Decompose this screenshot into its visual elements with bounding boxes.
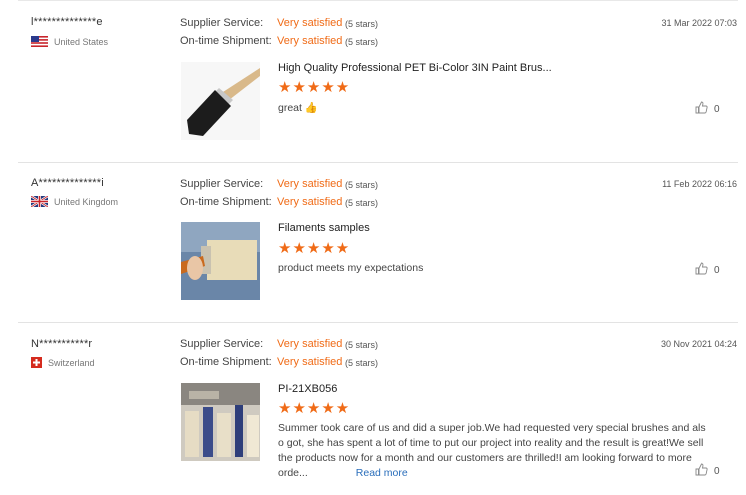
review-date: 11 Feb 2022 06:16 [662,179,737,189]
product-title[interactable]: High Quality Professional PET Bi-Color 3… [278,62,552,74]
buyer-name: N***********r [31,338,93,350]
supplier-service-value: Very satisfied [277,178,343,190]
comment-line: o got, she has spent a lot of time to pu… [278,437,704,449]
country-label: Switzerland [48,357,95,368]
product-thumbnail[interactable] [181,383,260,461]
rating-stars: ★★★★★ [278,240,351,257]
buyer-country: United States [31,36,108,47]
shipment-value: Very satisfied [277,35,343,47]
us-flag-icon [31,36,48,47]
supplier-service-stars: (5 stars) [345,340,379,350]
buyer-name: A**************i [31,177,104,189]
like-count: 0 [714,264,720,276]
rating-stars: ★★★★★ [278,400,351,417]
country-label: United Kingdom [54,196,119,207]
comment-line: orde... Read more [278,466,718,481]
review-divider [18,322,738,323]
like-button[interactable]: 0 [695,262,720,278]
product-title[interactable]: PI-21XB056 [278,383,337,395]
supplier-service-stars: (5 stars) [345,180,379,190]
like-button[interactable]: 0 [695,463,720,479]
buyer-country: United Kingdom [31,196,118,207]
shipment-value: Very satisfied [277,196,343,208]
supplier-service-stars: (5 stars) [345,19,379,29]
supplier-service-label: Supplier Service: [180,178,264,190]
thumbs-up-icon [695,262,708,278]
review-comment: Summer took care of us and did a super j… [278,421,718,481]
comment-line: the products now for a month and our cus… [278,452,692,464]
like-button[interactable]: 0 [695,101,720,117]
thumbs-up-icon [695,463,708,479]
shipment-stars: (5 stars) [345,358,379,368]
rating-stars: ★★★★★ [278,79,351,96]
buyer-name: l**************e [31,16,103,28]
product-title[interactable]: Filaments samples [278,222,370,234]
like-count: 0 [714,465,720,477]
top-divider [18,0,738,1]
shipment-label: On-time Shipment: [180,35,272,47]
review-comment: product meets my expectations [278,262,424,274]
buyer-country: Switzerland [31,357,95,368]
country-label: United States [54,36,109,47]
comment-line: Summer took care of us and did a super j… [278,422,706,434]
shipment-label: On-time Shipment: [180,196,272,208]
comment-line-text: orde... [278,467,308,479]
thumbs-up-icon [695,101,708,117]
review-date: 31 Mar 2022 07:03 [661,18,737,28]
shipment-stars: (5 stars) [345,37,379,47]
review-comment: great 👍 [278,102,318,114]
review-date: 30 Nov 2021 04:24 [660,339,737,349]
supplier-service-label: Supplier Service: [180,17,264,29]
review-divider [18,162,738,163]
supplier-service-label: Supplier Service: [180,338,264,350]
shipment-label: On-time Shipment: [180,356,272,368]
product-thumbnail[interactable] [181,62,260,140]
uk-flag-icon [31,196,48,207]
supplier-service-value: Very satisfied [277,17,343,29]
supplier-service-value: Very satisfied [277,338,343,350]
shipment-stars: (5 stars) [345,198,379,208]
like-count: 0 [714,103,720,115]
shipment-value: Very satisfied [277,356,343,368]
product-thumbnail[interactable] [181,222,260,300]
swiss-flag-icon [31,357,42,368]
read-more-link[interactable]: Read more [356,467,408,479]
